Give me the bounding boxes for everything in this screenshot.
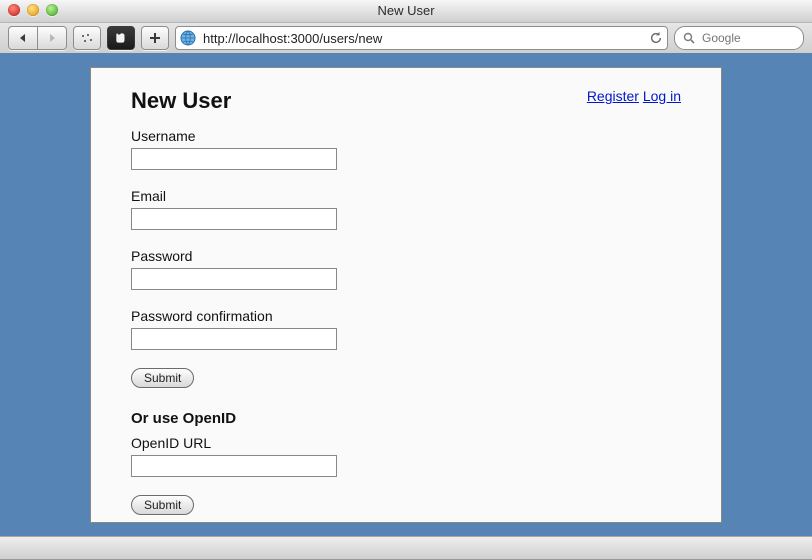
nav-button-group bbox=[8, 26, 67, 50]
triangle-left-icon bbox=[18, 33, 28, 43]
register-link[interactable]: Register bbox=[587, 88, 639, 104]
reload-icon[interactable] bbox=[649, 31, 663, 45]
submit-openid-button[interactable]: Submit bbox=[131, 495, 194, 515]
forward-button[interactable] bbox=[37, 26, 67, 50]
username-label: Username bbox=[131, 128, 681, 144]
titlebar: New User bbox=[0, 0, 812, 23]
email-label: Email bbox=[131, 188, 681, 204]
page-content: Register Log in New User Username Email … bbox=[90, 67, 722, 523]
username-input[interactable] bbox=[131, 148, 337, 170]
password-label: Password bbox=[131, 248, 681, 264]
window-title: New User bbox=[0, 3, 812, 18]
url-input[interactable] bbox=[201, 30, 644, 47]
triangle-right-icon bbox=[47, 33, 57, 43]
back-button[interactable] bbox=[8, 26, 37, 50]
browser-window: New User bbox=[0, 0, 812, 560]
field-email: Email bbox=[131, 188, 681, 230]
openid-url-label: OpenID URL bbox=[131, 435, 681, 451]
field-openid-url: OpenID URL bbox=[131, 435, 681, 477]
submit-button[interactable]: Submit bbox=[131, 368, 194, 388]
address-bar[interactable] bbox=[175, 26, 668, 50]
password-confirmation-label: Password confirmation bbox=[131, 308, 681, 324]
sparkle-icon bbox=[79, 32, 95, 44]
field-password: Password bbox=[131, 248, 681, 290]
field-username: Username bbox=[131, 128, 681, 170]
login-link[interactable]: Log in bbox=[643, 88, 681, 104]
toolbar-extension-button-1[interactable] bbox=[73, 26, 101, 50]
elephant-icon bbox=[114, 31, 128, 45]
header-links: Register Log in bbox=[587, 88, 681, 104]
browser-toolbar bbox=[0, 23, 812, 54]
password-confirmation-input[interactable] bbox=[131, 328, 337, 350]
email-input[interactable] bbox=[131, 208, 337, 230]
openid-heading: Or use OpenID bbox=[131, 410, 681, 427]
plus-icon bbox=[149, 32, 161, 44]
password-input[interactable] bbox=[131, 268, 337, 290]
search-bar[interactable] bbox=[674, 26, 804, 50]
field-password-confirmation: Password confirmation bbox=[131, 308, 681, 350]
search-icon bbox=[683, 32, 695, 44]
globe-icon bbox=[180, 30, 196, 46]
search-input[interactable] bbox=[700, 30, 795, 46]
evernote-button[interactable] bbox=[107, 26, 135, 50]
viewport: Register Log in New User Username Email … bbox=[0, 53, 812, 537]
openid-url-input[interactable] bbox=[131, 455, 337, 477]
status-bar bbox=[0, 536, 812, 559]
add-bookmark-button[interactable] bbox=[141, 26, 169, 50]
